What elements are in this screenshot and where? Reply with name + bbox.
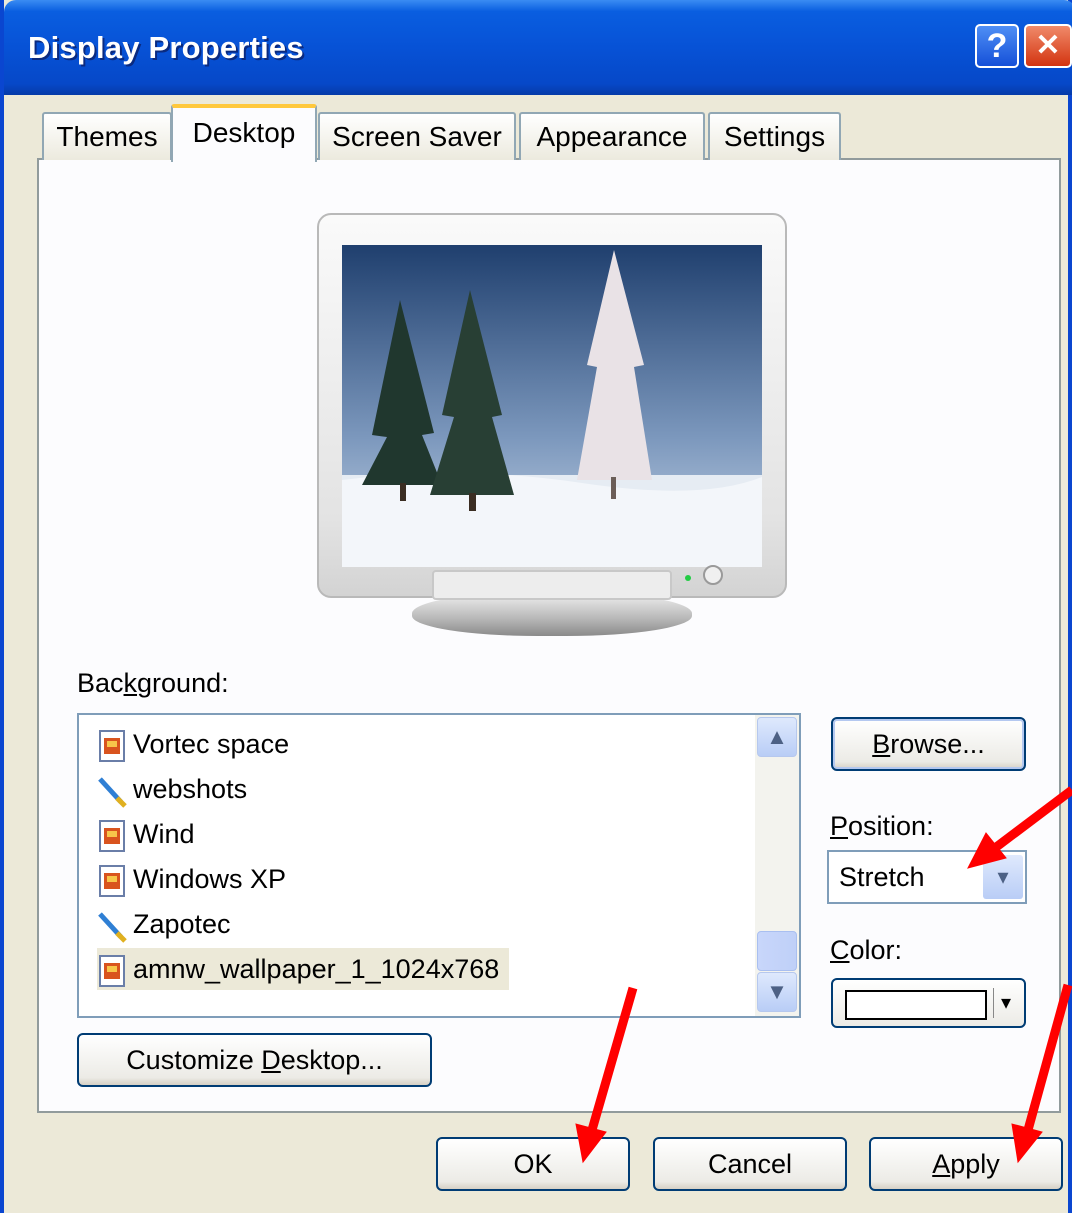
image-file-icon xyxy=(99,954,125,987)
brush-icon xyxy=(98,777,127,808)
brush-icon xyxy=(98,912,127,943)
help-button[interactable]: ? xyxy=(975,24,1019,68)
list-item-label: Vortec space xyxy=(133,729,290,759)
color-separator xyxy=(993,988,994,1018)
power-led-icon xyxy=(685,575,691,581)
image-file-icon xyxy=(99,864,125,897)
customize-desktop-button[interactable]: Customize Desktop... xyxy=(77,1033,432,1087)
list-item-label: webshots xyxy=(133,774,248,804)
window-title: Display Properties xyxy=(28,30,304,65)
list-item[interactable]: Wind xyxy=(97,813,205,855)
list-item-label: Windows XP xyxy=(133,864,287,894)
position-value: Stretch xyxy=(839,862,925,892)
apply-button[interactable]: Apply xyxy=(869,1137,1063,1191)
vertical-scrollbar[interactable]: ▲ ▼ xyxy=(755,715,799,1016)
image-file-icon xyxy=(99,819,125,852)
monitor-control-panel xyxy=(432,570,672,600)
chevron-down-icon[interactable]: ▾ xyxy=(983,855,1023,899)
wallpaper-preview-image xyxy=(342,245,762,567)
background-label: Background: xyxy=(77,668,229,698)
monitor-preview xyxy=(317,213,787,636)
list-item[interactable]: webshots xyxy=(97,768,257,810)
browse-button[interactable]: Browse... xyxy=(831,717,1026,771)
color-picker-button[interactable]: ▾ xyxy=(831,978,1026,1028)
close-button[interactable]: ✕ xyxy=(1024,24,1072,68)
tab-screen-saver[interactable]: Screen Saver xyxy=(318,112,516,160)
background-listbox[interactable]: Vortec space webshots Wind Windows XP Za… xyxy=(77,713,801,1018)
display-properties-window: Display Properties ? ✕ Themes Desktop Sc… xyxy=(0,0,1072,1213)
title-bar[interactable]: Display Properties ? ✕ xyxy=(4,0,1072,95)
list-item-label: Wind xyxy=(133,819,195,849)
list-item-label: Zapotec xyxy=(133,909,231,939)
image-file-icon xyxy=(99,729,125,762)
list-item-selected[interactable]: amnw_wallpaper_1_1024x768 xyxy=(97,948,510,990)
scroll-thumb[interactable] xyxy=(757,931,797,971)
tab-appearance[interactable]: Appearance xyxy=(519,112,705,160)
ok-button[interactable]: OK xyxy=(436,1137,630,1191)
position-label: Position: xyxy=(830,811,934,841)
color-label: Color: xyxy=(830,935,903,965)
scroll-down-icon[interactable]: ▼ xyxy=(757,972,797,1012)
color-swatch xyxy=(845,990,987,1020)
cancel-button[interactable]: Cancel xyxy=(653,1137,847,1191)
position-dropdown[interactable]: Stretch ▾ xyxy=(827,850,1027,904)
list-item-label: amnw_wallpaper_1_1024x768 xyxy=(133,954,500,984)
power-knob-icon xyxy=(703,565,723,585)
list-item[interactable]: Windows XP xyxy=(97,858,296,900)
list-item[interactable]: Vortec space xyxy=(97,723,299,765)
tab-settings[interactable]: Settings xyxy=(708,112,841,160)
scroll-up-icon[interactable]: ▲ xyxy=(757,717,797,757)
list-item[interactable]: Zapotec xyxy=(97,903,241,945)
caret-down-icon: ▾ xyxy=(1001,992,1012,1014)
wallpaper-preview xyxy=(342,245,762,567)
tab-desktop[interactable]: Desktop xyxy=(171,104,317,162)
tab-themes[interactable]: Themes xyxy=(42,112,172,160)
